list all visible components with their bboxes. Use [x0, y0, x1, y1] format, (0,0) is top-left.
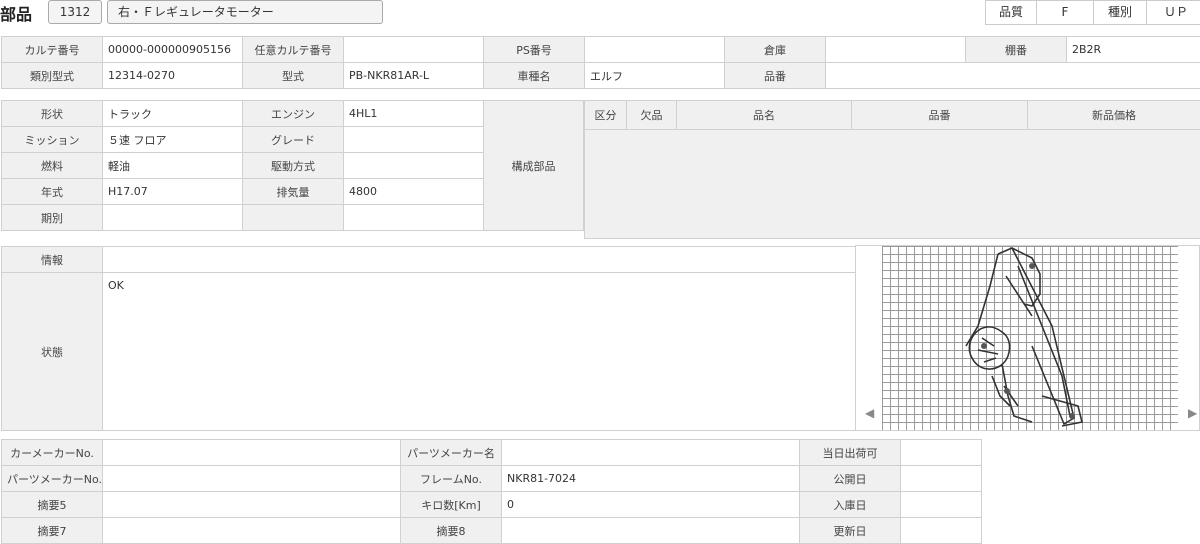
hinban-label: 品番 — [725, 63, 826, 89]
kudou-label: 駆動方式 — [243, 153, 344, 179]
engine-label: エンジン — [243, 101, 344, 127]
nenryo-value: 軽油 — [103, 153, 243, 179]
col-kubun: 区分 — [585, 101, 627, 130]
tekiyou5-label: 摘要5 — [2, 492, 103, 518]
grade-label: グレード — [243, 127, 344, 153]
col-hinban: 品番 — [852, 101, 1028, 130]
karte-value: 00000-000000905156 — [103, 37, 243, 63]
katashiki-value: PB-NKR81AR-L — [344, 63, 484, 89]
part-name-field[interactable]: 右・Ｆレギュレータモーター — [107, 0, 383, 24]
tekiyou8-label: 摘要8 — [401, 518, 502, 544]
koushin-label: 更新日 — [800, 518, 901, 544]
spec-empty-label — [243, 205, 344, 231]
koukai-label: 公開日 — [800, 466, 901, 492]
col-keppin: 欠品 — [627, 101, 677, 130]
notes-table: 情報 状態 OK — [1, 246, 857, 431]
frame-no-label: フレームNo. — [401, 466, 502, 492]
tana-value: 2B2R — [1067, 37, 1200, 63]
part-image — [882, 246, 1178, 430]
component-parts-table: 区分 欠品 品名 品番 新品価格 — [584, 100, 1200, 239]
ruibetsu-value: 12314-0270 — [103, 63, 243, 89]
quality-value: F — [1036, 0, 1094, 25]
parts-empty-area — [585, 130, 1200, 239]
keijou-label: 形状 — [2, 101, 103, 127]
kiro-label: キロ数[Km] — [401, 492, 502, 518]
frame-no-value: NKR81-7024 — [502, 466, 800, 492]
next-image-icon[interactable]: ▶ — [1188, 406, 1197, 420]
tana-label: 棚番 — [966, 37, 1067, 63]
haiki-label: 排気量 — [243, 179, 344, 205]
tekiyou5-value — [103, 492, 401, 518]
jouhou-value — [103, 247, 857, 273]
maker-info-table: カーメーカーNo. パーツメーカー名 当日出荷可 パーツメーカーNo. フレーム… — [1, 439, 982, 544]
nenshiki-label: 年式 — [2, 179, 103, 205]
koukai-value — [901, 466, 982, 492]
kibetsu-label: 期別 — [2, 205, 103, 231]
touzitsu-label: 当日出荷可 — [800, 440, 901, 466]
joutai-value: OK — [103, 273, 857, 431]
touzitsu-value — [901, 440, 982, 466]
nenshiki-value: H17.07 — [103, 179, 243, 205]
nenryo-label: 燃料 — [2, 153, 103, 179]
shashu-label: 車種名 — [484, 63, 585, 89]
nini-karte-label: 任意カルテ番号 — [243, 37, 344, 63]
parts-maker-no-value — [103, 466, 401, 492]
nyuuko-label: 入庫日 — [800, 492, 901, 518]
jouhou-label: 情報 — [2, 247, 103, 273]
type-label: 種別 — [1093, 0, 1147, 25]
tekiyou7-label: 摘要7 — [2, 518, 103, 544]
kibetsu-value — [103, 205, 243, 231]
mission-label: ミッション — [2, 127, 103, 153]
ps-value — [585, 37, 725, 63]
nini-karte-value — [344, 37, 484, 63]
shashu-value: エルフ — [585, 63, 725, 89]
parts-maker-name-label: パーツメーカー名 — [401, 440, 502, 466]
quality-label: 品質 — [985, 0, 1037, 25]
regulator-sketch — [882, 246, 1178, 430]
parts-maker-no-label: パーツメーカーNo. — [2, 466, 103, 492]
basic-info-table: カルテ番号 00000-000000905156 任意カルテ番号 PS番号 倉庫… — [1, 36, 1200, 89]
tekiyou7-value — [103, 518, 401, 544]
parts-maker-name-value — [502, 440, 800, 466]
souko-label: 倉庫 — [725, 37, 826, 63]
kudou-value — [344, 153, 484, 179]
prev-image-icon[interactable]: ◀ — [865, 406, 874, 420]
part-code-field[interactable]: 1312 — [48, 0, 102, 24]
keijou-value: トラック — [103, 101, 243, 127]
joutai-label: 状態 — [2, 273, 103, 431]
kiro-value: 0 — [502, 492, 800, 518]
col-hinmei: 品名 — [677, 101, 852, 130]
part-image-viewer: ◀ ▶ — [855, 245, 1200, 431]
hinban-value — [826, 63, 1200, 89]
ps-label: PS番号 — [484, 37, 585, 63]
mission-value: ５速 フロア — [103, 127, 243, 153]
souko-value — [826, 37, 966, 63]
nyuuko-value — [901, 492, 982, 518]
car-maker-no-label: カーメーカーNo. — [2, 440, 103, 466]
ruibetsu-label: 類別型式 — [2, 63, 103, 89]
col-price: 新品価格 — [1028, 101, 1200, 130]
page-title: 部品 — [0, 1, 32, 25]
engine-value: 4HL1 — [344, 101, 484, 127]
kousei-label: 構成部品 — [484, 101, 584, 231]
type-value: ＵＰ — [1146, 0, 1200, 25]
car-maker-no-value — [103, 440, 401, 466]
tekiyou8-value — [502, 518, 800, 544]
spec-empty-value — [344, 205, 484, 231]
karte-label: カルテ番号 — [2, 37, 103, 63]
grade-value — [344, 127, 484, 153]
koushin-value — [901, 518, 982, 544]
katashiki-label: 型式 — [243, 63, 344, 89]
spec-table: 形状 トラック エンジン 4HL1 構成部品 ミッション ５速 フロア グレード… — [1, 100, 584, 231]
haiki-value: 4800 — [344, 179, 484, 205]
